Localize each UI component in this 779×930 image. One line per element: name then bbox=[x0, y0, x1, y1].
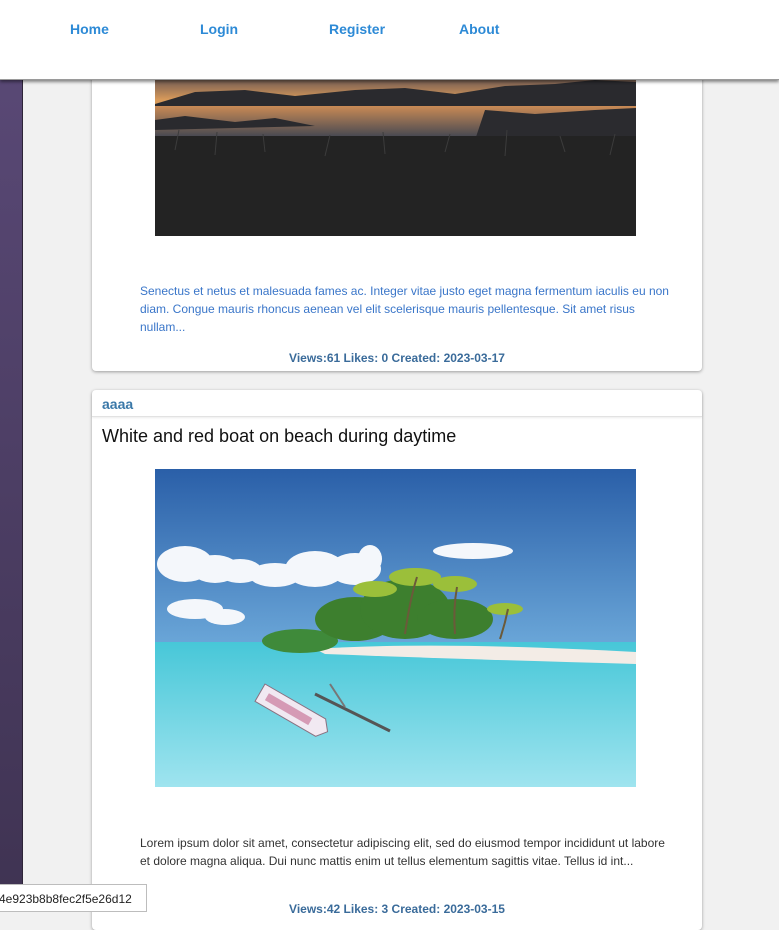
nav-about-link[interactable]: About bbox=[459, 21, 499, 37]
post-card[interactable]: aaaa White and red boat on beach during … bbox=[92, 390, 702, 930]
status-url-tooltip: 4e923b8b8fec2f5e26d12 bbox=[0, 884, 147, 912]
post-stats: Views:42 Likes: 3 Created: 2023-03-15 bbox=[289, 902, 505, 916]
top-navbar: Home Login Register About bbox=[0, 0, 779, 80]
nav-register-link[interactable]: Register bbox=[329, 21, 385, 37]
sunset-lake-image bbox=[155, 60, 636, 236]
post-title[interactable]: White and red boat on beach during dayti… bbox=[102, 426, 456, 447]
left-sidebar-strip bbox=[0, 0, 23, 911]
nav-home-link[interactable]: Home bbox=[70, 21, 109, 37]
post-stats: Views:61 Likes: 0 Created: 2023-03-17 bbox=[289, 351, 505, 365]
nav-login-link[interactable]: Login bbox=[200, 21, 238, 37]
post-excerpt: Lorem ipsum dolor sit amet, consectetur … bbox=[140, 836, 665, 868]
tropical-island-boat-image bbox=[155, 469, 636, 787]
post-image-tropical-island[interactable] bbox=[155, 469, 636, 787]
post-author[interactable]: aaaa bbox=[92, 390, 702, 417]
post-card[interactable]: Senectus et netus et malesuada fames ac.… bbox=[92, 60, 702, 371]
post-excerpt: Senectus et netus et malesuada fames ac.… bbox=[140, 284, 669, 334]
post-image-sunset-lake[interactable] bbox=[155, 60, 636, 236]
